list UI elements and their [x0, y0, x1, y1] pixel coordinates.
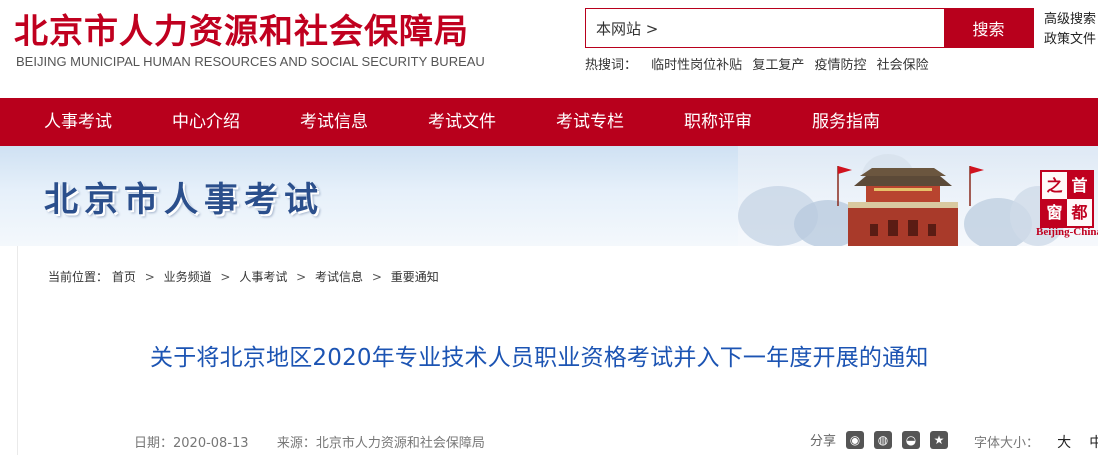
hot-search-item[interactable]: 疫情防控 — [814, 58, 866, 73]
qzone-icon[interactable]: ★ — [930, 430, 949, 449]
breadcrumb-separator: > — [296, 270, 307, 284]
article-source: 北京市人力资源和社会保障局 — [315, 436, 485, 451]
nav-item-exam-info[interactable]: 考试信息 — [300, 98, 368, 146]
banner-title: 北京市人事考试 — [44, 180, 324, 220]
font-size-control: 字体大小： 大 中 — [974, 432, 1098, 452]
hot-search-item[interactable]: 复工复产 — [752, 58, 804, 73]
article-title: 关于将北京地区2020年专业技术人员职业资格考试并入下一年度开展的通知 — [150, 345, 929, 371]
seal-char: 都 — [1071, 203, 1088, 222]
nav-item-exam-files[interactable]: 考试文件 — [428, 98, 496, 146]
breadcrumb: 当前位置： 首页 > 业务频道 > 人事考试 > 考试信息 > 重要通知 — [48, 268, 439, 285]
hot-search-item[interactable]: 社会保险 — [877, 58, 929, 73]
breadcrumb-label: 当前位置： — [48, 270, 109, 284]
seal-char: 窗 — [1042, 199, 1067, 226]
advanced-search-link[interactable]: 高级搜索 — [1044, 10, 1096, 30]
breadcrumb-separator: > — [220, 270, 231, 284]
publish-date: 2020-08-13 — [173, 436, 249, 451]
search-box: 搜索 — [585, 8, 1034, 48]
site-subtitle: BEIJING MUNICIPAL HUMAN RESOURCES AND SO… — [16, 54, 485, 69]
wechat-icon[interactable]: ◍ — [874, 430, 893, 449]
nav-item-title-review[interactable]: 职称评审 — [684, 98, 752, 146]
nav-item-personnel-exam[interactable]: 人事考试 — [44, 98, 112, 146]
article-panel: 当前位置： 首页 > 业务频道 > 人事考试 > 考试信息 > 重要通知 关于将… — [17, 246, 1098, 455]
main-nav: 人事考试 中心介绍 考试信息 考试文件 考试专栏 职称评审 服务指南 — [0, 98, 1098, 146]
beijing-china-caption: Beijing-China — [1036, 226, 1098, 238]
qq-icon[interactable]: ◒ — [902, 430, 921, 449]
nav-item-center-intro[interactable]: 中心介绍 — [172, 98, 240, 146]
hot-search-terms: 热搜词： 临时性岗位补贴 复工复产 疫情防控 社会保险 — [585, 54, 935, 73]
search-button[interactable]: 搜索 — [944, 9, 1033, 47]
seal-char: 之 — [1046, 176, 1063, 195]
site-title[interactable]: 北京市人力资源和社会保障局 — [14, 4, 469, 53]
breadcrumb-item-exam-info[interactable]: 考试信息 — [315, 270, 363, 284]
breadcrumb-item-notice[interactable]: 重要通知 — [391, 270, 439, 284]
share-label: 分享 — [810, 434, 837, 449]
weibo-icon[interactable]: ◉ — [846, 430, 865, 449]
font-size-medium-button[interactable]: 中 — [1089, 435, 1098, 451]
breadcrumb-item-home[interactable]: 首页 — [112, 270, 136, 284]
advanced-links: 高级搜索 政策文件 — [1044, 10, 1096, 50]
hot-search-label: 热搜词： — [585, 58, 638, 73]
policy-files-link[interactable]: 政策文件 — [1044, 30, 1096, 50]
site-header: 北京市人力资源和社会保障局 BEIJING MUNICIPAL HUMAN RE… — [0, 0, 1098, 98]
seal-char: 首 — [1067, 172, 1092, 199]
breadcrumb-item-personnel-exam[interactable]: 人事考试 — [239, 270, 287, 284]
breadcrumb-separator: > — [144, 270, 155, 284]
date-label: 日期： — [134, 436, 174, 451]
article-meta: 日期：2020-08-13 来源：北京市人力资源和社会保障局 — [134, 432, 485, 451]
source-label: 来源： — [276, 436, 316, 451]
capital-window-logo: 之 首 窗 都 — [1040, 170, 1094, 228]
breadcrumb-item-business[interactable]: 业务频道 — [164, 270, 212, 284]
nav-item-service-guide[interactable]: 服务指南 — [812, 98, 880, 146]
breadcrumb-separator: > — [371, 270, 382, 284]
font-size-large-button[interactable]: 大 — [1057, 435, 1071, 451]
hot-search-item[interactable]: 临时性岗位补贴 — [651, 58, 742, 73]
section-banner: 北京市人事考试 之 首 窗 都 Beijing-China — [0, 146, 1098, 246]
search-input[interactable] — [586, 9, 944, 47]
share-bar: 分享 ◉ ◍ ◒ ★ — [810, 430, 949, 449]
font-size-label: 字体大小： — [974, 436, 1040, 451]
nav-item-exam-column[interactable]: 考试专栏 — [556, 98, 624, 146]
